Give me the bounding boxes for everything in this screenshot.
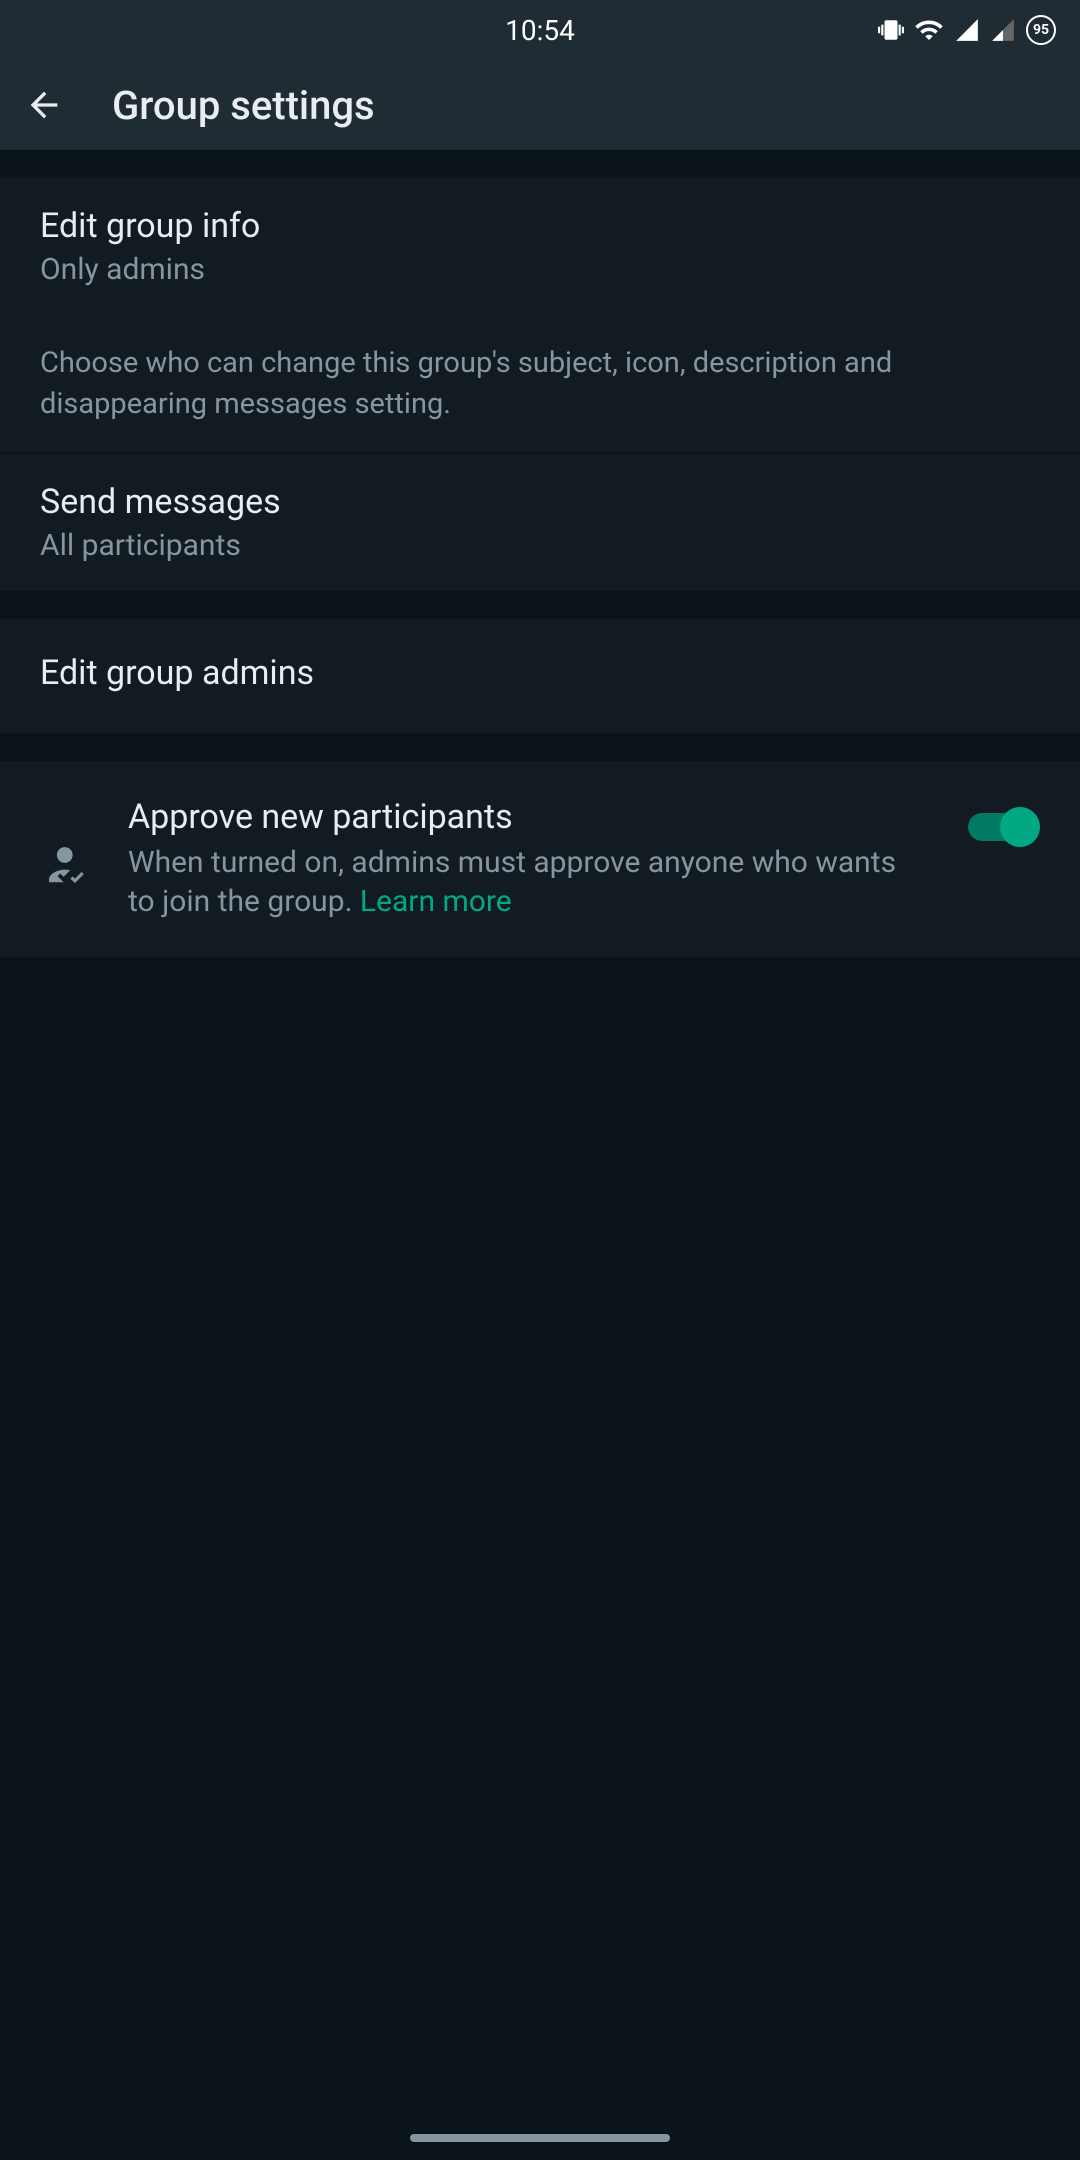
send-messages-item[interactable]: Send messages All participants bbox=[0, 454, 1080, 591]
approve-participants-item[interactable]: Approve new participants When turned on,… bbox=[0, 761, 1080, 957]
approve-description: When turned on, admins must approve anyo… bbox=[128, 843, 930, 921]
status-icons: 95 bbox=[878, 15, 1056, 45]
back-button[interactable] bbox=[24, 85, 64, 125]
status-bar: 10:54 95 bbox=[0, 0, 1080, 60]
status-time: 10:54 bbox=[505, 14, 575, 47]
edit-group-info-value: Only admins bbox=[40, 252, 1040, 287]
settings-content: Edit group info Only admins Choose who c… bbox=[0, 150, 1080, 957]
approve-title: Approve new participants bbox=[128, 797, 930, 837]
battery-icon: 95 bbox=[1026, 15, 1056, 45]
approve-toggle[interactable] bbox=[968, 807, 1040, 847]
learn-more-link[interactable]: Learn more bbox=[360, 884, 512, 919]
navigation-pill[interactable] bbox=[410, 2134, 670, 2142]
signal-icon-1 bbox=[954, 17, 980, 43]
page-title: Group settings bbox=[112, 82, 375, 129]
wifi-icon bbox=[914, 15, 944, 45]
edit-group-info-item[interactable]: Edit group info Only admins bbox=[0, 178, 1080, 315]
vibrate-icon bbox=[878, 17, 904, 43]
edit-group-info-description: Choose who can change this group's subje… bbox=[0, 315, 1080, 452]
edit-group-admins-item[interactable]: Edit group admins bbox=[0, 619, 1080, 733]
edit-group-admins-title: Edit group admins bbox=[40, 653, 1040, 693]
app-header: Group settings bbox=[0, 60, 1080, 150]
send-messages-value: All participants bbox=[40, 528, 1040, 563]
edit-group-info-title: Edit group info bbox=[40, 206, 1040, 246]
person-check-icon bbox=[40, 837, 100, 891]
send-messages-title: Send messages bbox=[40, 482, 1040, 522]
signal-icon-2 bbox=[990, 17, 1016, 43]
